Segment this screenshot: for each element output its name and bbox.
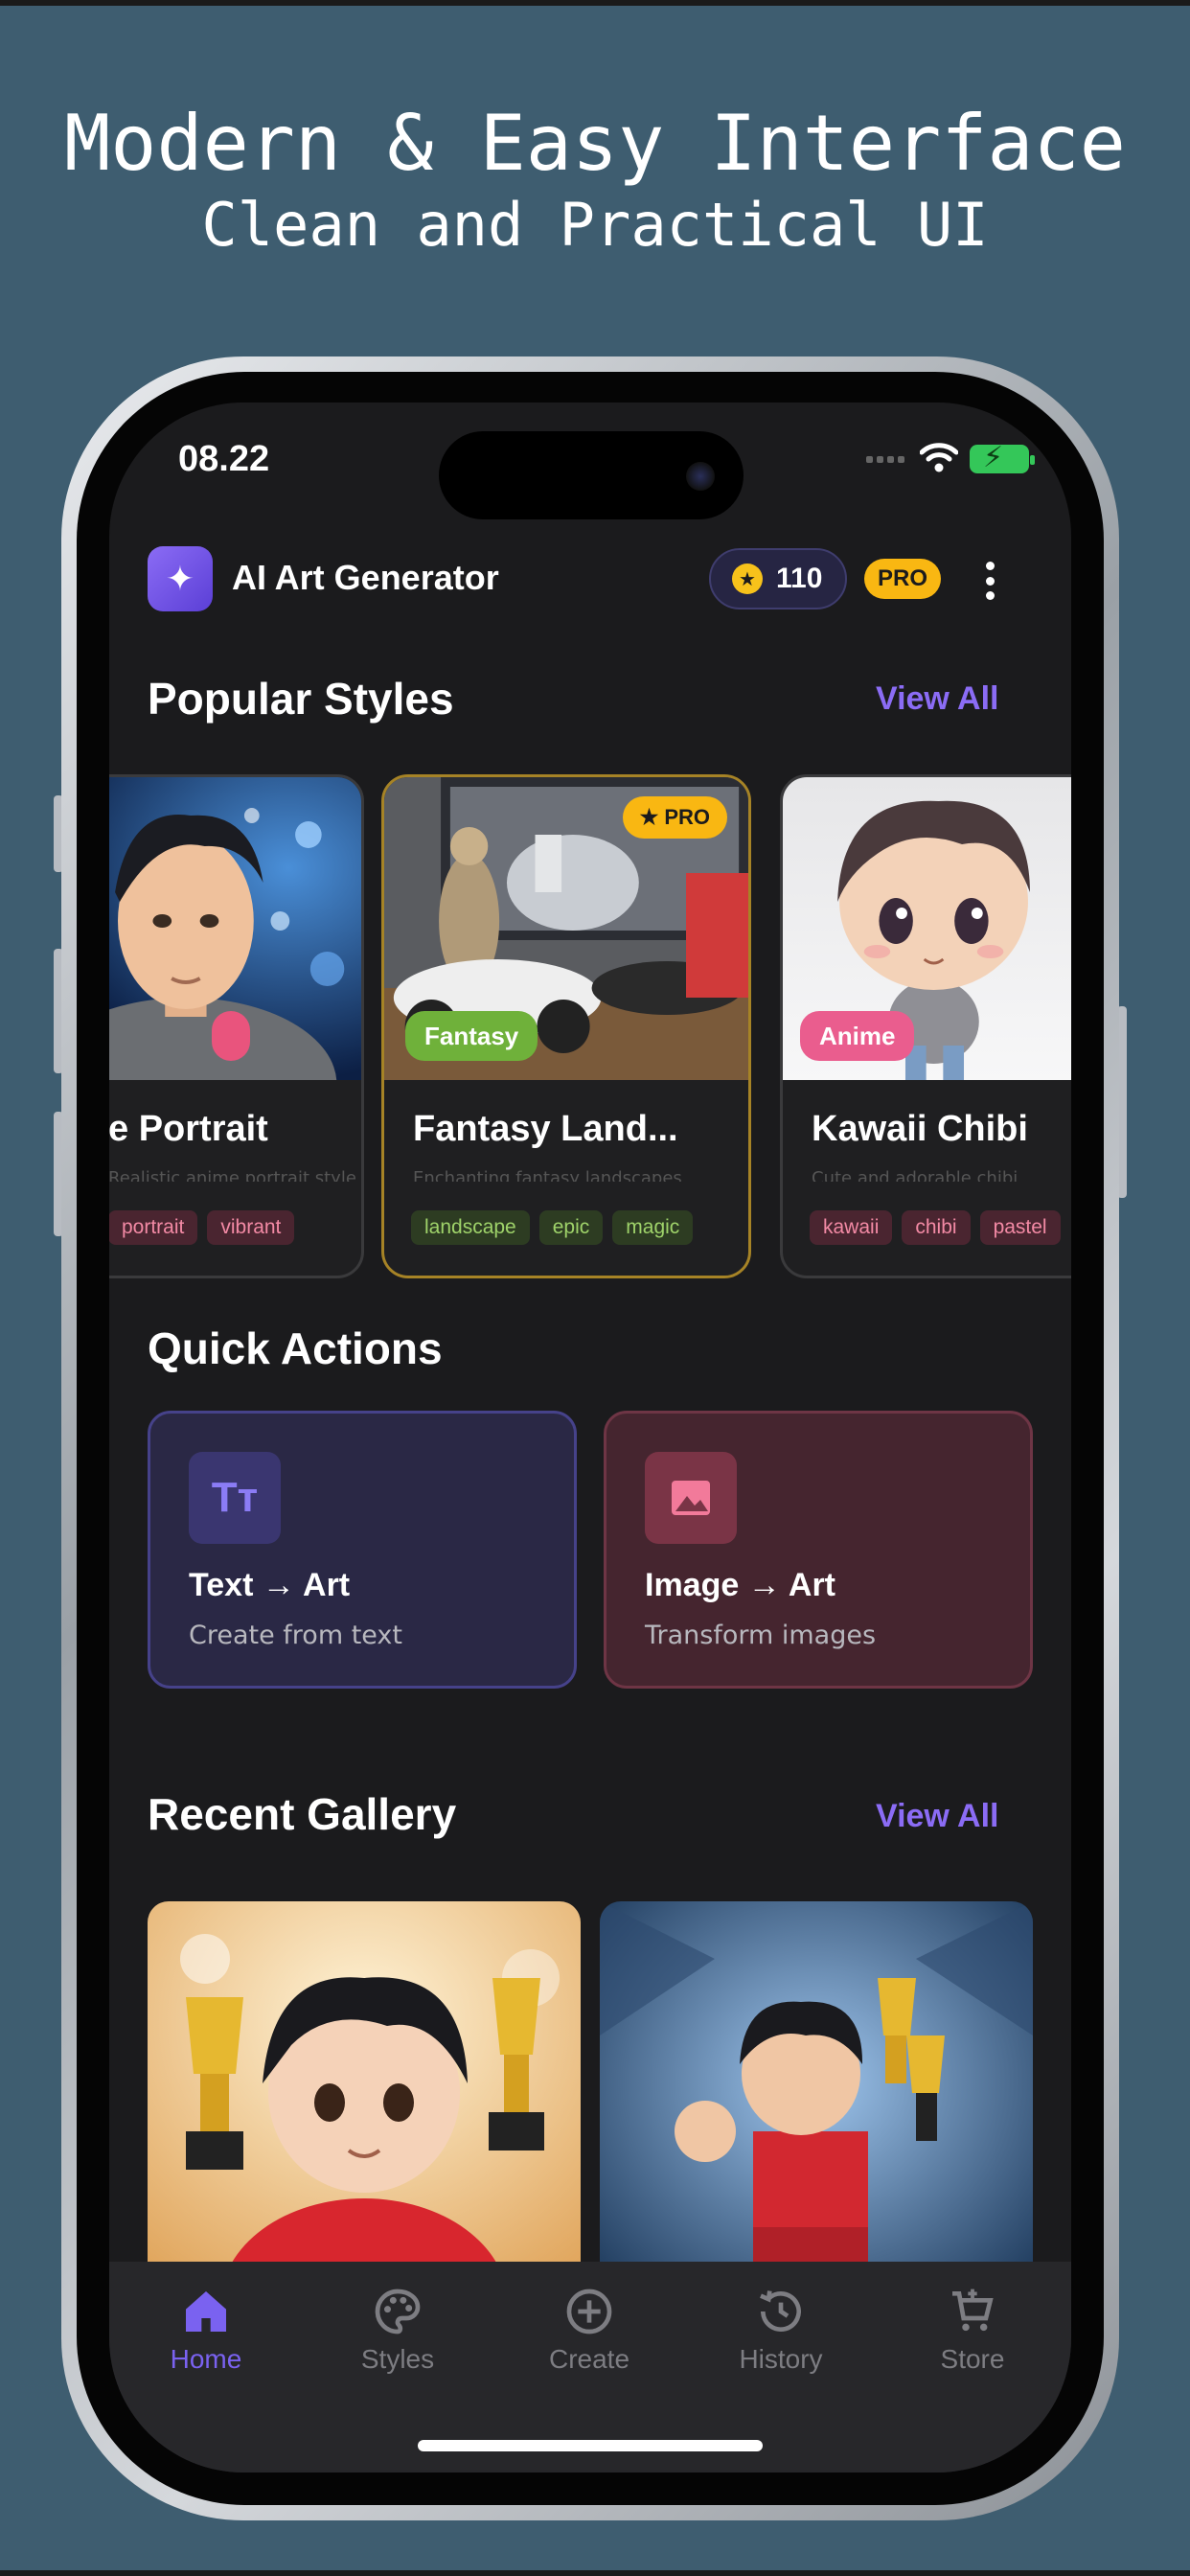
nav-store[interactable]: Store [877,2285,1068,2375]
front-camera [686,462,715,491]
tag: chibi [902,1210,971,1245]
qa-subtitle: Transform images [645,1621,877,1650]
qa-title: Image → Art [645,1567,836,1603]
qa-subtitle: Create from text [189,1621,403,1650]
nav-label: Home [170,2344,242,2374]
nav-styles[interactable]: Styles [302,2285,493,2375]
add-circle-icon [566,2288,612,2334]
history-icon [760,2290,801,2332]
image-to-art-button[interactable]: Image → Art Transform images [604,1411,1033,1689]
popular-styles-view-all-link[interactable]: View All [876,680,999,718]
signal-icon [866,456,904,463]
style-tags: landscape epic magic [411,1210,694,1245]
home-indicator[interactable] [418,2440,763,2451]
nav-label: Styles [360,2344,435,2374]
style-card-kawaii[interactable]: Anime Kawaii Chibi Cute and adorable chi… [780,774,1071,1278]
gallery-image-punching-boy [600,1901,1033,2304]
coin-count: 110 [776,563,823,594]
recent-gallery-title: Recent Gallery [148,1789,457,1839]
star-coin-icon: ★ [732,564,763,594]
gallery-item[interactable] [600,1901,1033,2304]
nav-label: History [739,2344,823,2374]
sparkles-icon: ✦ [148,546,213,611]
tag: vibrant [207,1210,295,1245]
style-card-portrait[interactable]: e Portrait Realistic anime portrait styl… [109,774,364,1278]
palette-icon [375,2288,421,2334]
nav-label: Create [548,2344,630,2374]
style-card-title: Kawaii Chibi [812,1109,1028,1149]
image-icon [645,1452,737,1544]
charging-bolt-icon: ⚡ [983,441,1004,474]
quick-actions-title: Quick Actions [148,1323,443,1373]
style-card-title: e Portrait [109,1109,268,1149]
coin-balance-button[interactable]: ★ 110 [709,548,847,610]
style-card-description: Realistic anime portrait style [109,1168,356,1182]
nav-create[interactable]: Create [493,2285,685,2375]
style-tags: portrait vibrant [109,1210,295,1245]
pro-chip-label: PRO [664,805,710,829]
phone-screen: 08.22 ⚡ ✦ AI Art Generator ★ 110 PRO Pop… [109,402,1071,2472]
tag: magic [612,1210,694,1245]
status-time: 08.22 [178,439,270,479]
bottom-border [0,2570,1190,2576]
qa-title: Text → Art [189,1567,351,1603]
gallery-item[interactable] [148,1901,581,2304]
tag: epic [538,1210,604,1245]
promo-subline: Clean and Practical UI [201,190,989,260]
gallery-image-trophy-boy [148,1901,581,2304]
style-tags: kawaii chibi pastel [810,1210,1061,1245]
more-vertical-icon[interactable] [985,562,995,600]
nav-home[interactable]: Home [110,2285,302,2375]
wifi-icon [920,443,958,472]
style-category-chip [212,1011,250,1061]
tag: portrait [109,1210,198,1245]
popular-styles-title: Popular Styles [148,674,454,724]
cart-icon [952,2288,994,2332]
app-title: AI Art Generator [232,558,499,597]
tag: pastel [979,1210,1061,1245]
style-card-description: Cute and adorable chibi [812,1168,1018,1182]
top-border [0,0,1190,6]
pro-chip: ★ PRO [622,796,727,839]
style-category-chip: Anime [800,1011,915,1061]
text-format-icon: Tт [189,1452,281,1544]
nav-history[interactable]: History [685,2285,877,2375]
style-card-title: Fantasy Land... [413,1109,678,1149]
style-card-fantasy[interactable]: ★ PRO Fantasy Fantasy Land... Enchanting … [381,774,751,1278]
star-icon: ★ [639,805,659,829]
tag: landscape [411,1210,530,1245]
tag: kawaii [810,1210,893,1245]
home-icon [186,2291,226,2332]
recent-gallery-view-all-link[interactable]: View All [876,1798,999,1835]
pro-badge-button[interactable]: PRO [864,559,941,599]
promo-headline: Modern & Easy Interface [64,99,1126,188]
style-card-description: Enchanting fantasy landscapes [413,1168,682,1182]
nav-label: Store [940,2344,1005,2374]
text-to-art-button[interactable]: Tт Text → Art Create from text [148,1411,577,1689]
style-category-chip: Fantasy [405,1011,538,1061]
